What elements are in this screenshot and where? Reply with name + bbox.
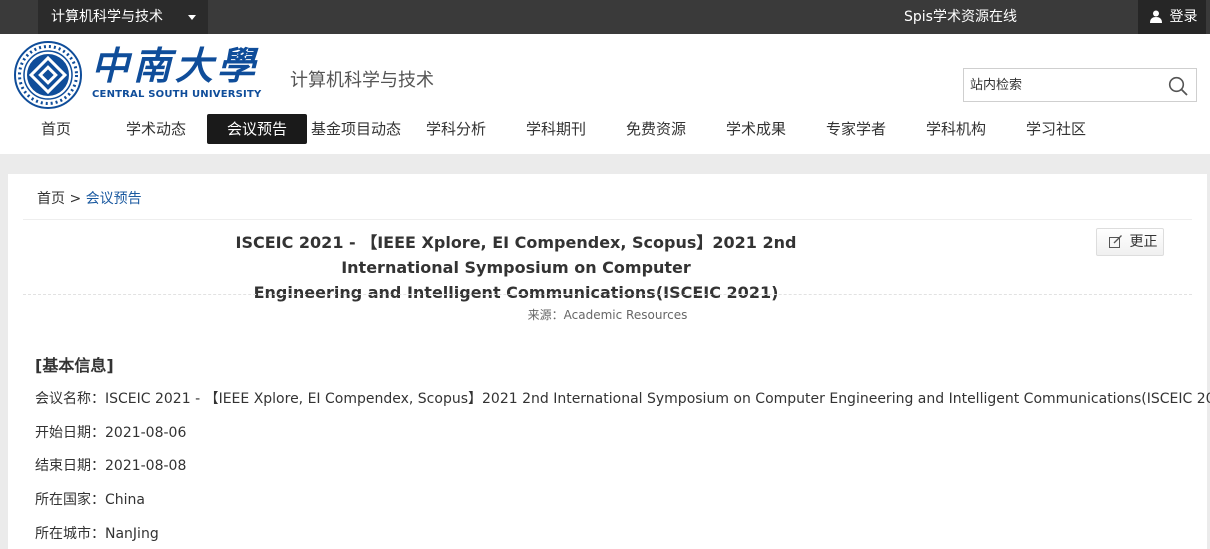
nav-item-home[interactable]: 首页 bbox=[28, 114, 84, 144]
info-label: 所在城市： bbox=[35, 526, 105, 542]
info-row-conference-name: 会议名称：ISCEIC 2021 - 【IEEE Xplore, EI Comp… bbox=[35, 388, 1210, 408]
info-row-start-date: 开始日期：2021-08-06 bbox=[35, 422, 186, 442]
info-label: 会议名称： bbox=[35, 391, 105, 407]
login-button[interactable]: 登录 bbox=[1138, 0, 1206, 34]
user-icon bbox=[1150, 10, 1162, 23]
nav-item-journals[interactable]: 学科期刊 bbox=[514, 114, 598, 144]
info-label: 开始日期： bbox=[35, 425, 105, 441]
login-label: 登录 bbox=[1169, 9, 1198, 25]
search-icon[interactable] bbox=[1168, 76, 1188, 96]
nav-item-academic-news[interactable]: 学术动态 bbox=[114, 114, 198, 144]
source-label: 来源： bbox=[527, 308, 564, 322]
logo-chinese-name[interactable]: 中南大學 bbox=[91, 44, 259, 88]
info-value: China bbox=[105, 492, 145, 508]
info-label: 所在国家： bbox=[35, 492, 105, 508]
search-input[interactable] bbox=[970, 75, 1160, 95]
info-row-end-date: 结束日期：2021-08-08 bbox=[35, 455, 186, 475]
site-selector-label: 计算机科学与技术 bbox=[51, 9, 163, 25]
info-row-city: 所在城市：NanJing bbox=[35, 523, 159, 543]
correction-label: 更正 bbox=[1129, 234, 1158, 250]
info-value: ISCEIC 2021 - 【IEEE Xplore, EI Compendex… bbox=[105, 391, 1210, 407]
main-nav: 首页 学术动态 会议预告 基金项目动态 学科分析 学科期刊 免费资源 学术成果 … bbox=[0, 114, 1210, 144]
correction-button[interactable]: 更正 bbox=[1096, 228, 1164, 256]
source-value: Academic Resources bbox=[563, 308, 688, 322]
breadcrumb-current[interactable]: 会议预告 bbox=[86, 191, 142, 207]
logo-english-name: CENTRAL SOUTH UNIVERSITY bbox=[92, 89, 262, 100]
nav-item-discipline-analysis[interactable]: 学科分析 bbox=[414, 114, 498, 144]
info-value: 2021-08-08 bbox=[105, 458, 187, 474]
breadcrumb-separator: > bbox=[65, 191, 86, 207]
main-content: 首页 > 会议预告 ISCEIC 2021 - 【IEEE Xplore, EI… bbox=[8, 174, 1210, 549]
site-name: 计算机科学与技术 bbox=[290, 70, 434, 91]
university-emblem-icon[interactable] bbox=[14, 41, 82, 109]
divider bbox=[23, 219, 1192, 220]
breadcrumb-home[interactable]: 首页 bbox=[37, 191, 65, 207]
nav-item-fund-projects[interactable]: 基金项目动态 bbox=[310, 114, 402, 144]
info-label: 结束日期： bbox=[35, 458, 105, 474]
page-title-line-2: Engineering and Intelligent Communicatio… bbox=[253, 283, 779, 302]
divider-dashed bbox=[23, 294, 1192, 295]
source-line: 来源：Academic Resources bbox=[8, 306, 1207, 323]
basic-info-heading: [基本信息] bbox=[35, 356, 114, 375]
nav-item-institutions[interactable]: 学科机构 bbox=[914, 114, 998, 144]
page-title-line-1: ISCEIC 2021 - 【IEEE Xplore, EI Compendex… bbox=[235, 233, 797, 277]
nav-item-learning-community[interactable]: 学习社区 bbox=[1014, 114, 1098, 144]
spis-link[interactable]: Spis学术资源在线 bbox=[904, 0, 1017, 34]
nav-item-academic-achievements[interactable]: 学术成果 bbox=[714, 114, 798, 144]
header: 中南大學 CENTRAL SOUTH UNIVERSITY 计算机科学与技术 首… bbox=[0, 34, 1210, 154]
info-value: 2021-08-06 bbox=[105, 425, 187, 441]
nav-item-free-resources[interactable]: 免费资源 bbox=[614, 114, 698, 144]
edit-icon bbox=[1109, 235, 1122, 248]
site-selector-dropdown[interactable]: 计算机科学与技术 bbox=[38, 0, 208, 34]
nav-item-conference-notices[interactable]: 会议预告 bbox=[207, 114, 307, 144]
nav-item-experts[interactable]: 专家学者 bbox=[814, 114, 898, 144]
caret-down-icon bbox=[188, 15, 196, 20]
info-value: NanJing bbox=[105, 526, 159, 542]
search-box bbox=[963, 68, 1197, 102]
info-row-country: 所在国家：China bbox=[35, 489, 145, 509]
top-bar: 计算机科学与技术 Spis学术资源在线 登录 bbox=[0, 0, 1210, 34]
breadcrumb: 首页 > 会议预告 bbox=[37, 188, 142, 208]
